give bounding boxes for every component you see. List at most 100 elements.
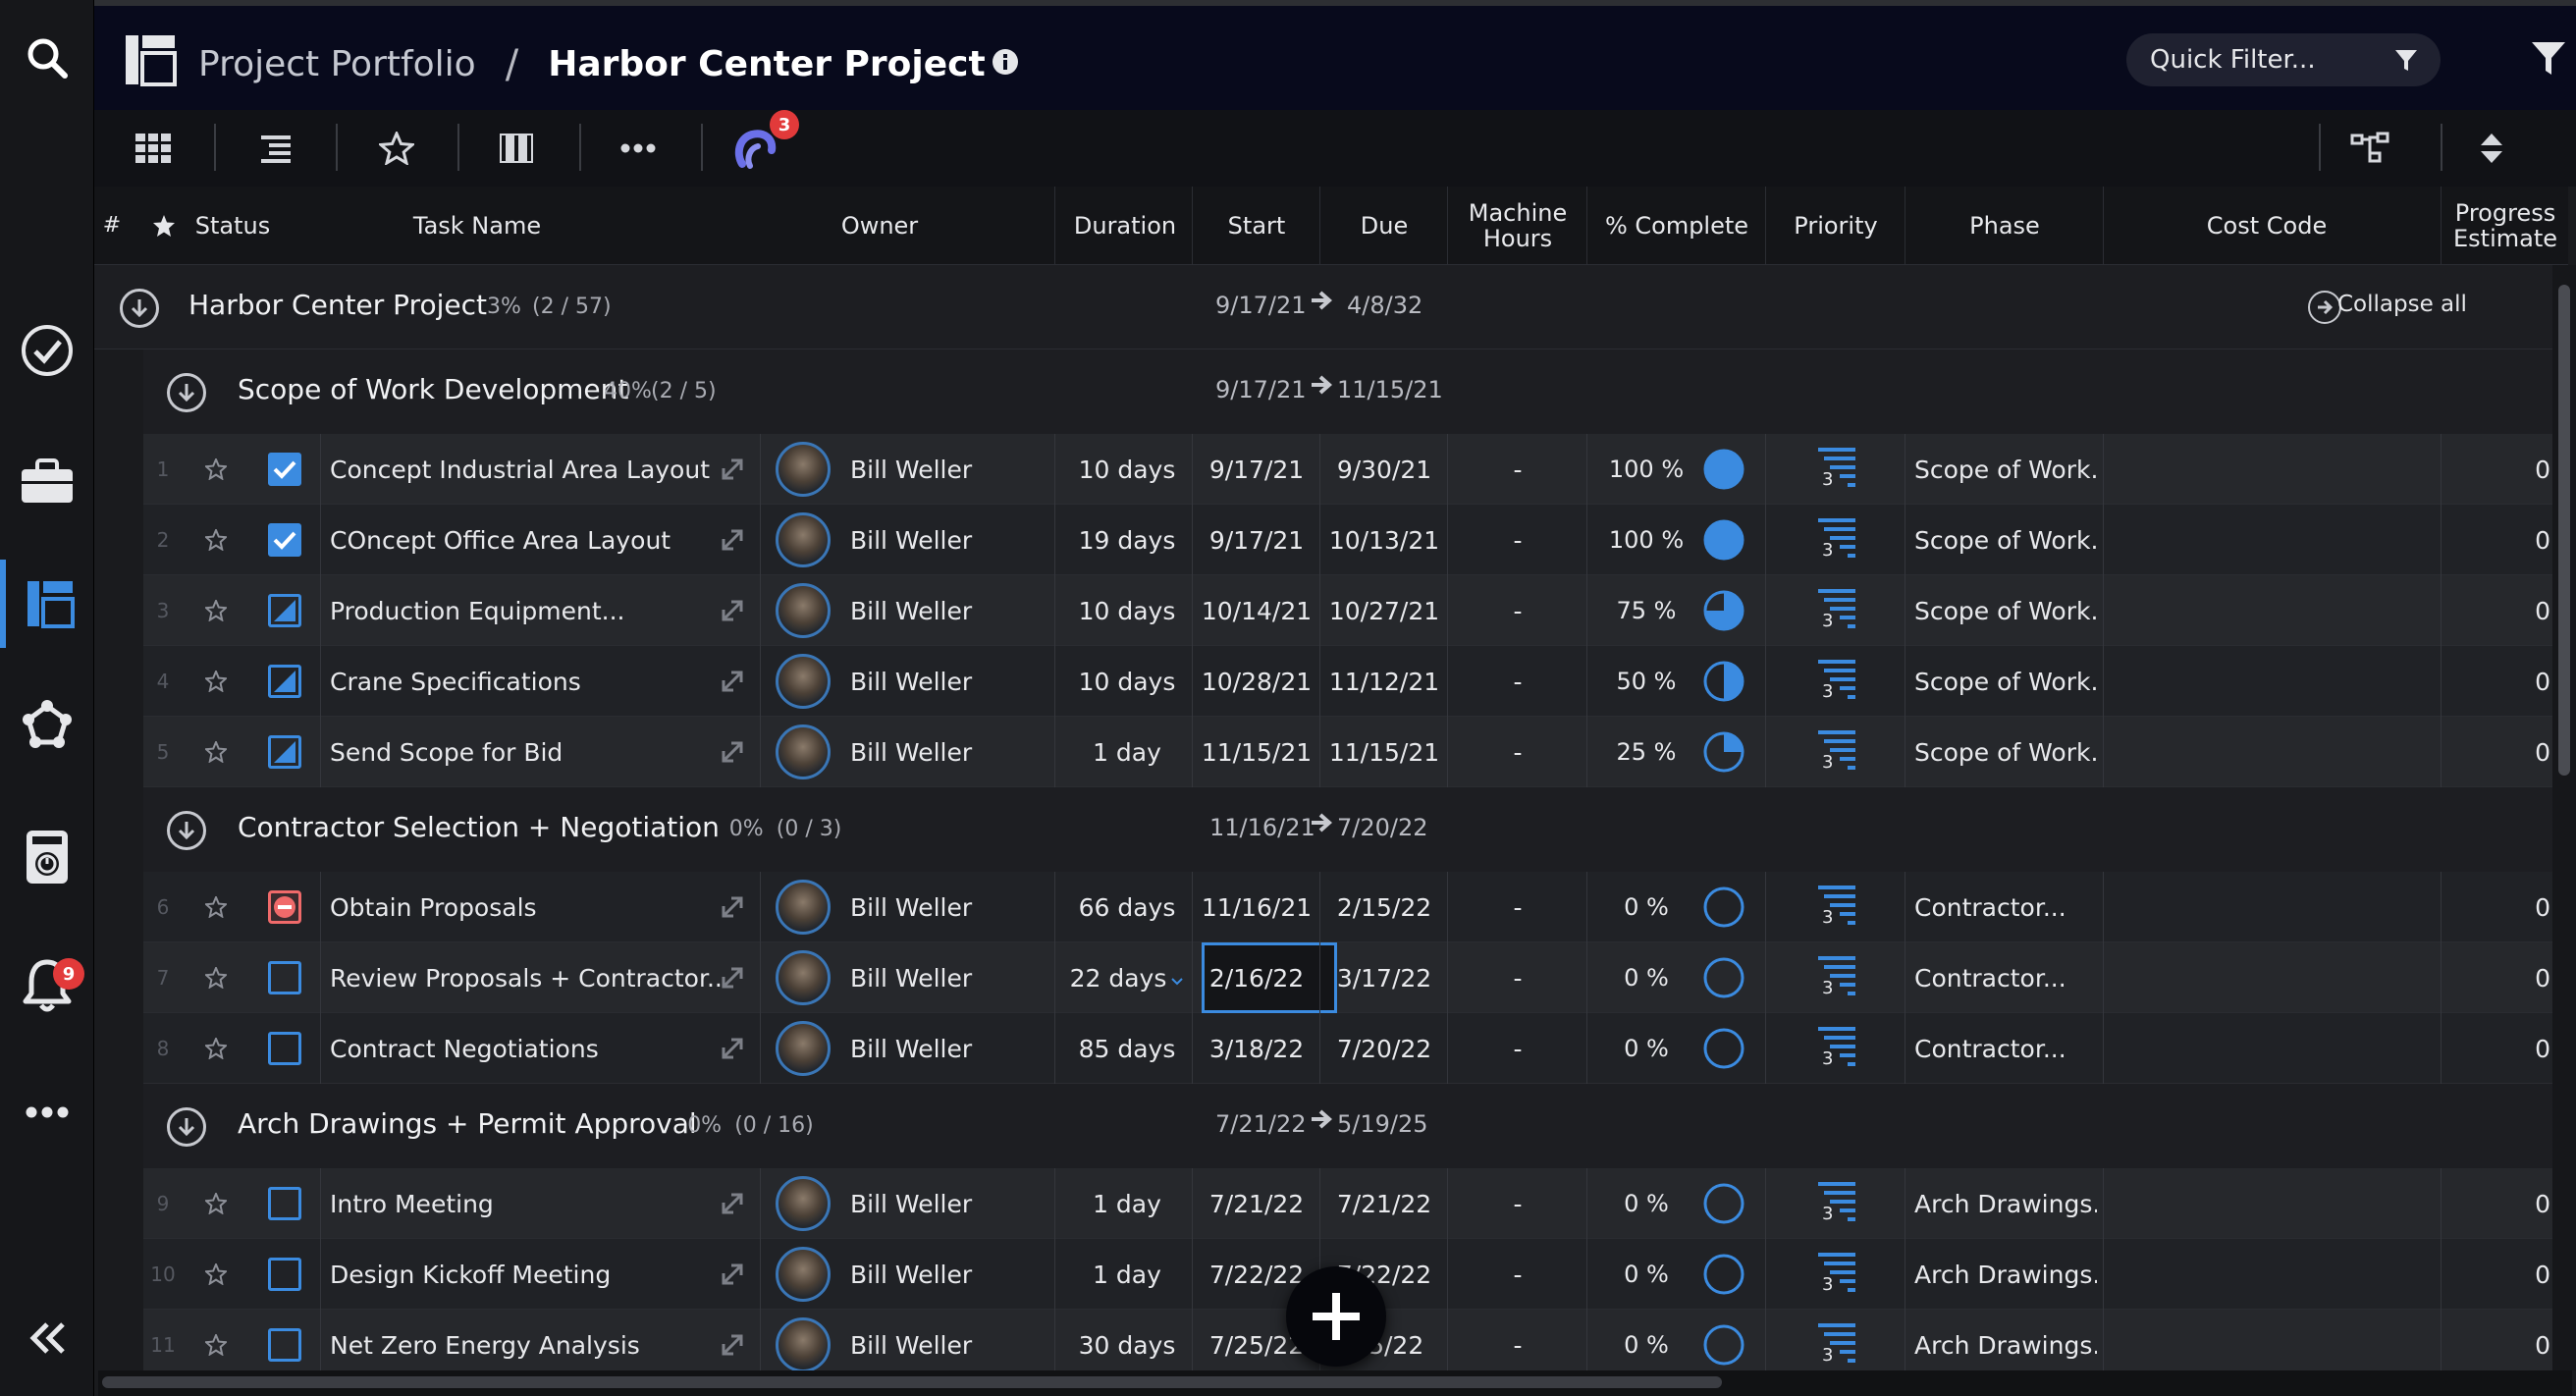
- pct-complete[interactable]: 100 %: [1609, 456, 1684, 483]
- pct-complete[interactable]: 25 %: [1617, 738, 1677, 766]
- task-name[interactable]: COncept Office Area Layout: [330, 526, 671, 555]
- progress-estimate[interactable]: 0: [2535, 1331, 2550, 1360]
- duration[interactable]: 66 days: [1079, 893, 1176, 922]
- status-checkbox[interactable]: [261, 434, 308, 505]
- progress-estimate[interactable]: 0: [2535, 456, 2550, 484]
- chevron-down-icon[interactable]: [1170, 964, 1184, 993]
- owner-name[interactable]: Bill Weller: [850, 738, 972, 767]
- machine-hours[interactable]: -: [1513, 1190, 1522, 1218]
- priority-cell[interactable]: 3: [1767, 434, 1905, 505]
- cost-code[interactable]: [2105, 1013, 2429, 1084]
- expand-task-icon[interactable]: [713, 1168, 752, 1239]
- columns-icon[interactable]: [495, 110, 538, 187]
- phase[interactable]: Contractor...: [1914, 964, 2066, 993]
- pct-complete[interactable]: 50 %: [1617, 668, 1677, 695]
- col-header-priority[interactable]: Priority: [1767, 187, 1905, 265]
- phase[interactable]: Scope of Work...: [1914, 456, 2097, 484]
- status-checkbox[interactable]: [261, 942, 308, 1013]
- phase[interactable]: Arch Drawings...: [1914, 1331, 2097, 1360]
- start-date[interactable]: 9/17/21: [1209, 526, 1304, 555]
- priority-cell[interactable]: 3: [1767, 942, 1905, 1013]
- table-row[interactable]: 9 Intro Meeting Bill Weller 1 day 7/21/22 7/2…: [143, 1168, 2568, 1239]
- due-date[interactable]: 2/15/22: [1337, 893, 1431, 922]
- cost-code[interactable]: [2105, 575, 2429, 646]
- machine-hours[interactable]: -: [1513, 526, 1522, 555]
- vertical-scrollbar[interactable]: [2552, 265, 2576, 1370]
- machine-hours[interactable]: -: [1513, 1261, 1522, 1289]
- due-date[interactable]: 7/21/22: [1337, 1190, 1431, 1218]
- phase[interactable]: Scope of Work...: [1914, 597, 2097, 625]
- owner-name[interactable]: Bill Weller: [850, 1190, 972, 1218]
- vertical-scrollbar-thumb[interactable]: [2558, 285, 2570, 776]
- progress-estimate[interactable]: 0: [2535, 1035, 2550, 1063]
- horizontal-scrollbar-thumb[interactable]: [102, 1376, 1722, 1388]
- row-star-icon[interactable]: [200, 1013, 232, 1084]
- priority-cell[interactable]: 3: [1767, 646, 1905, 717]
- machine-hours[interactable]: -: [1513, 964, 1522, 993]
- collapse-sidebar-icon[interactable]: [0, 1294, 94, 1382]
- priority-cell[interactable]: 3: [1767, 505, 1905, 575]
- owner-name[interactable]: Bill Weller: [850, 456, 972, 484]
- expand-task-icon[interactable]: [713, 717, 752, 787]
- task-name[interactable]: Intro Meeting: [330, 1190, 494, 1218]
- pct-complete[interactable]: 0 %: [1624, 1190, 1669, 1217]
- status-checkbox[interactable]: [261, 717, 308, 787]
- group-toggle-icon[interactable]: [167, 373, 206, 412]
- expand-task-icon[interactable]: [713, 942, 752, 1013]
- status-checkbox[interactable]: [261, 1168, 308, 1239]
- owner-name[interactable]: Bill Weller: [850, 964, 972, 993]
- cost-code[interactable]: [2105, 942, 2429, 1013]
- progress-estimate[interactable]: 0: [2535, 964, 2550, 993]
- collapse-all-icon[interactable]: [2308, 291, 2341, 324]
- cost-code[interactable]: [2105, 1239, 2429, 1310]
- notifications-bell-icon[interactable]: 9: [0, 940, 94, 1029]
- more-icon[interactable]: [0, 1068, 94, 1156]
- priority-cell[interactable]: 3: [1767, 1239, 1905, 1310]
- briefcase-icon[interactable]: [0, 438, 94, 526]
- progress-estimate[interactable]: 0: [2535, 1190, 2550, 1218]
- task-name[interactable]: Review Proposals + Contractor...: [330, 964, 723, 993]
- pct-complete[interactable]: 0 %: [1624, 1331, 1669, 1359]
- expand-task-icon[interactable]: [713, 646, 752, 717]
- due-date[interactable]: 10/27/21: [1329, 597, 1439, 625]
- pct-complete[interactable]: 100 %: [1609, 526, 1684, 554]
- table-row[interactable]: 5 Send Scope for Bid Bill Weller 1 day 11/15…: [143, 717, 2568, 787]
- phase[interactable]: Contractor...: [1914, 1035, 2066, 1063]
- task-name[interactable]: Contract Negotiations: [330, 1035, 599, 1063]
- owner-name[interactable]: Bill Weller: [850, 597, 972, 625]
- machine-hours[interactable]: -: [1513, 738, 1522, 767]
- owner-name[interactable]: Bill Weller: [850, 1261, 972, 1289]
- tasks-check-icon[interactable]: [0, 306, 94, 395]
- add-task-button[interactable]: [1286, 1266, 1386, 1367]
- owner-name[interactable]: Bill Weller: [850, 1331, 972, 1360]
- table-row[interactable]: 1 Concept Industrial Area Layout Bill Well…: [143, 434, 2568, 505]
- status-checkbox[interactable]: [261, 1013, 308, 1084]
- task-name[interactable]: Design Kickoff Meeting: [330, 1261, 611, 1289]
- group-toggle-icon[interactable]: [167, 1107, 206, 1147]
- due-date[interactable]: 9/30/21: [1337, 456, 1431, 484]
- sort-icon[interactable]: [2470, 110, 2513, 187]
- expand-task-icon[interactable]: [713, 434, 752, 505]
- task-name[interactable]: Obtain Proposals: [330, 893, 537, 922]
- col-header-row-number[interactable]: #: [94, 187, 130, 265]
- phase[interactable]: Arch Drawings...: [1914, 1190, 2097, 1218]
- network-icon[interactable]: [0, 681, 94, 770]
- table-row[interactable]: 4 Crane Specifications Bill Weller 10 days 1…: [143, 646, 2568, 717]
- task-name[interactable]: Crane Specifications: [330, 668, 581, 696]
- expand-task-icon[interactable]: [713, 1239, 752, 1310]
- owner-name[interactable]: Bill Weller: [850, 1035, 972, 1063]
- col-header-status[interactable]: Status: [188, 187, 277, 265]
- breadcrumb-portfolio-link[interactable]: Project Portfolio: [198, 44, 476, 84]
- progress-estimate[interactable]: 0: [2535, 526, 2550, 555]
- task-name[interactable]: Net Zero Energy Analysis: [330, 1331, 640, 1360]
- machine-hours[interactable]: -: [1513, 1035, 1522, 1063]
- pct-complete[interactable]: 0 %: [1624, 1261, 1669, 1288]
- row-star-icon[interactable]: [200, 872, 232, 942]
- outline-view-icon[interactable]: [255, 110, 295, 187]
- start-date[interactable]: 7/21/22: [1209, 1190, 1304, 1218]
- col-header-progress-estimate[interactable]: Progress Estimate: [2442, 187, 2568, 265]
- phase[interactable]: Contractor...: [1914, 893, 2066, 922]
- table-row[interactable]: 3 Production Equipment... Bill Weller 10 da…: [143, 575, 2568, 646]
- col-header-machine-hours[interactable]: Machine Hours: [1449, 187, 1586, 265]
- col-header-due[interactable]: Due: [1321, 187, 1447, 265]
